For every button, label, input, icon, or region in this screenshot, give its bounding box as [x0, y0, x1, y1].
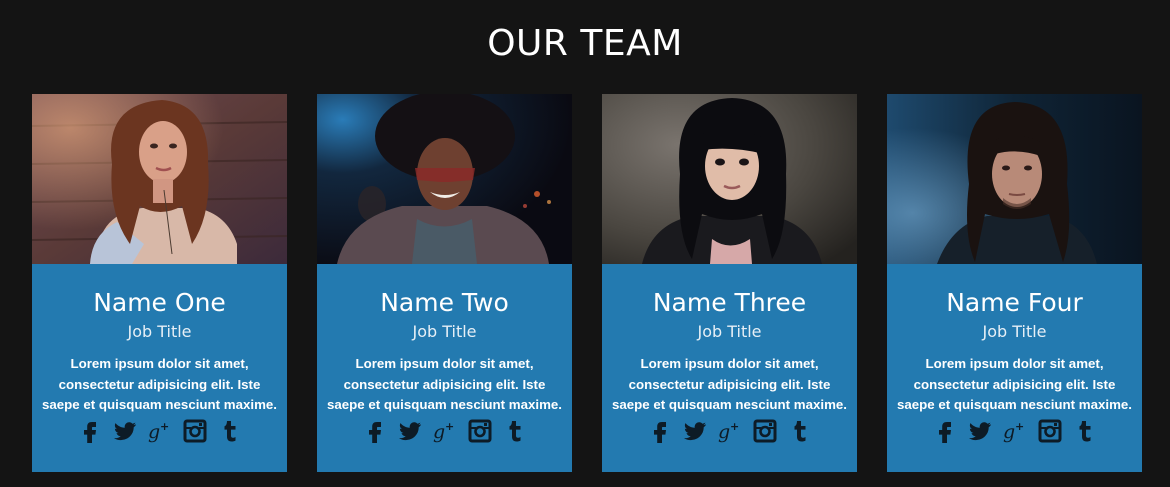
tumblr-icon[interactable] — [502, 418, 528, 444]
tumblr-icon[interactable] — [787, 418, 813, 444]
member-photo — [887, 94, 1142, 264]
facebook-icon[interactable] — [932, 418, 958, 444]
member-name: Name Three — [652, 288, 807, 317]
social-links: g + — [602, 418, 857, 448]
svg-text:+: + — [1015, 420, 1024, 433]
job-title: Job Title — [697, 322, 762, 341]
job-title: Job Title — [412, 322, 477, 341]
svg-text:g: g — [1003, 421, 1015, 443]
member-name: Name Four — [946, 288, 1083, 317]
google-plus-icon[interactable]: g + — [1002, 418, 1028, 444]
member-photo — [32, 94, 287, 264]
member-photo — [317, 94, 572, 264]
google-plus-icon[interactable]: g + — [717, 418, 743, 444]
twitter-icon[interactable] — [112, 418, 138, 444]
svg-text:+: + — [730, 420, 739, 433]
twitter-icon[interactable] — [397, 418, 423, 444]
facebook-icon[interactable] — [647, 418, 673, 444]
card-body: Name Four Job Title Lorem ipsum dolor si… — [887, 264, 1142, 472]
instagram-icon[interactable] — [1037, 418, 1063, 444]
twitter-icon[interactable] — [682, 418, 708, 444]
instagram-icon[interactable] — [467, 418, 493, 444]
member-photo — [602, 94, 857, 264]
card-body: Name One Job Title Lorem ipsum dolor sit… — [32, 264, 287, 472]
member-bio: Lorem ipsum dolor sit amet, consectetur … — [612, 356, 847, 412]
social-links: g + — [32, 418, 287, 448]
member-name: Name Two — [380, 288, 509, 317]
team-card: Name Four Job Title Lorem ipsum dolor si… — [887, 94, 1142, 472]
member-bio: Lorem ipsum dolor sit amet, consectetur … — [42, 356, 277, 412]
tumblr-icon[interactable] — [1072, 418, 1098, 444]
svg-text:g: g — [718, 421, 730, 443]
instagram-icon[interactable] — [752, 418, 778, 444]
job-title: Job Title — [127, 322, 192, 341]
svg-text:+: + — [445, 420, 454, 433]
team-card: Name Three Job Title Lorem ipsum dolor s… — [602, 94, 857, 472]
svg-text:+: + — [160, 420, 169, 433]
team-card: Name One Job Title Lorem ipsum dolor sit… — [32, 94, 287, 472]
card-body: Name Three Job Title Lorem ipsum dolor s… — [602, 264, 857, 472]
team-card: Name Two Job Title Lorem ipsum dolor sit… — [317, 94, 572, 472]
team-grid: Name One Job Title Lorem ipsum dolor sit… — [32, 94, 1142, 472]
twitter-icon[interactable] — [967, 418, 993, 444]
social-links: g + — [317, 418, 572, 448]
member-bio: Lorem ipsum dolor sit amet, consectetur … — [327, 356, 562, 412]
google-plus-icon[interactable]: g + — [147, 418, 173, 444]
page-title: OUR TEAM — [487, 23, 683, 64]
svg-text:g: g — [433, 421, 445, 443]
google-plus-icon[interactable]: g + — [432, 418, 458, 444]
facebook-icon[interactable] — [362, 418, 388, 444]
tumblr-icon[interactable] — [217, 418, 243, 444]
card-body: Name Two Job Title Lorem ipsum dolor sit… — [317, 264, 572, 472]
instagram-icon[interactable] — [182, 418, 208, 444]
social-links: g + — [887, 418, 1142, 448]
job-title: Job Title — [982, 322, 1047, 341]
facebook-icon[interactable] — [77, 418, 103, 444]
member-bio: Lorem ipsum dolor sit amet, consectetur … — [897, 356, 1132, 412]
svg-text:g: g — [148, 421, 160, 443]
member-name: Name One — [93, 288, 226, 317]
